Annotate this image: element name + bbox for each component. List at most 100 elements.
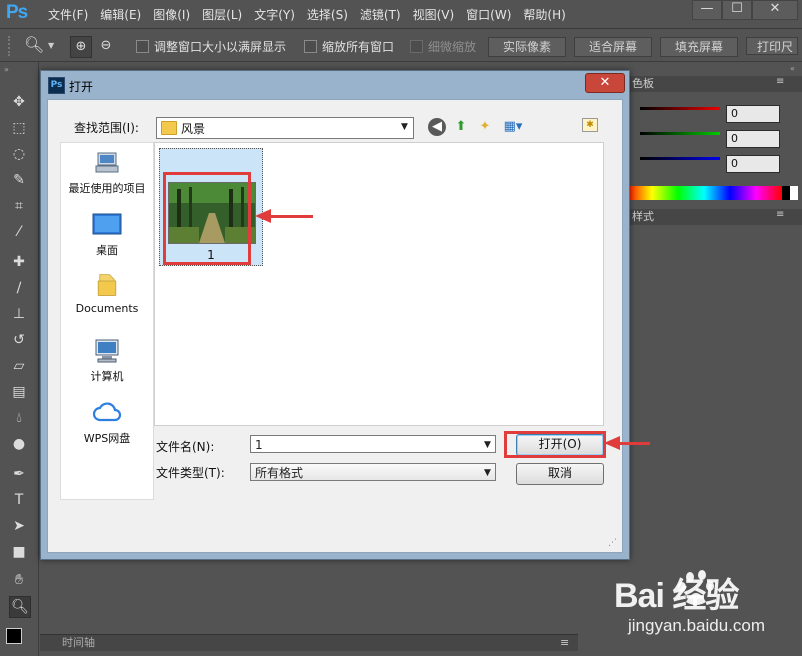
panel-menu-icon[interactable]: ≡ — [776, 76, 784, 87]
healing-brush-tool-icon[interactable]: ✚ — [9, 252, 29, 272]
fit-window-label: 调整窗口大小以满屏显示 — [154, 40, 287, 54]
zoom-all-checkbox[interactable] — [304, 40, 317, 53]
type-tool-icon[interactable]: T — [9, 490, 29, 510]
menu-type[interactable]: 文字(Y) — [254, 6, 295, 23]
dialog-body: 查找范围(I): 风景 ▼ ◀ ⬆ ✦ ▦▾ ✱ 最近使用的项目 桌面 Docu… — [47, 99, 650, 553]
options-bar: 🔍︎ ▼ ⊕ ⊖ 调整窗口大小以满屏显示 缩放所有窗口 细微缩放 实际像素 适合… — [0, 33, 802, 62]
place-wps-cloud[interactable]: WPS网盘 — [61, 401, 153, 446]
blur-tool-icon[interactable]: 💧︎ — [9, 408, 29, 428]
white-swatch[interactable] — [790, 186, 798, 200]
file-name-input[interactable]: 1 — [250, 435, 496, 453]
eyedropper-tool-icon[interactable]: ⁄ — [9, 222, 29, 242]
crop-tool-icon[interactable]: ⌗ — [9, 196, 29, 216]
panel-menu-icon[interactable]: ≡ — [776, 209, 784, 220]
scrubby-zoom-label: 细微缩放 — [428, 40, 477, 54]
history-brush-tool-icon[interactable]: ↺ — [9, 330, 29, 350]
marquee-tool-icon[interactable]: ⬚ — [9, 118, 29, 138]
chevron-down-icon[interactable]: ▼ — [48, 41, 54, 50]
collapse-panel-icon[interactable]: » — [4, 65, 9, 74]
menu-bar: Ps 文件(F) 编辑(E) 图像(I) 图层(L) 文字(Y) 选择(S) 滤… — [0, 0, 802, 29]
clone-stamp-tool-icon[interactable]: ⊥ — [9, 304, 29, 324]
collapse-panel-icon[interactable]: « — [790, 64, 795, 73]
place-computer[interactable]: 计算机 — [61, 339, 153, 384]
zoom-tool-active-icon[interactable]: 🔍︎ — [9, 596, 31, 618]
chevron-down-icon[interactable]: ▼ — [484, 440, 491, 450]
shape-tool-icon[interactable]: ■ — [9, 542, 29, 562]
right-panels: « 色板 0 0 0 样式 ≡ ≡ — [626, 62, 802, 656]
menu-filter[interactable]: 滤镜(T) — [360, 6, 401, 23]
green-value[interactable]: 0 — [726, 130, 780, 148]
back-icon[interactable]: ◀ — [428, 118, 446, 136]
app-close-button[interactable]: ✕ — [752, 0, 798, 20]
panel-menu-icon[interactable]: ≡ — [560, 635, 569, 651]
desktop-icon — [92, 213, 122, 235]
red-value[interactable]: 0 — [726, 105, 780, 123]
move-tool-icon[interactable]: ✥ — [9, 92, 29, 112]
menu-items: 文件(F) 编辑(E) 图像(I) 图层(L) 文字(Y) 选择(S) 滤镜(T… — [48, 6, 566, 23]
scrubby-zoom-checkbox[interactable] — [410, 40, 423, 53]
highlight-box — [504, 431, 606, 458]
path-select-tool-icon[interactable]: ➤ — [9, 516, 29, 536]
blue-value[interactable]: 0 — [726, 155, 780, 173]
photoshop-app-icon: Ps — [48, 77, 65, 94]
baidu-jingyan-watermark: Bai 经验 jingyan.baidu.com — [614, 568, 800, 654]
file-type-dropdown[interactable]: 所有格式 — [250, 463, 496, 481]
open-dialog: Ps 打开 ✕ 查找范围(I): 风景 ▼ ◀ ⬆ ✦ ▦▾ ✱ 最近使用的项目 — [40, 70, 650, 560]
menu-layer[interactable]: 图层(L) — [202, 6, 242, 23]
new-folder-icon[interactable]: ✦ — [476, 118, 494, 136]
chevron-down-icon[interactable]: ▼ — [484, 468, 491, 478]
fit-screen-button[interactable]: 适合屏幕 — [574, 37, 652, 57]
cancel-button[interactable]: 取消 — [516, 463, 604, 485]
menu-select[interactable]: 选择(S) — [307, 6, 348, 23]
resize-grip-icon[interactable]: ⋰ — [608, 538, 618, 548]
dialog-title: 打开 — [69, 80, 94, 94]
file-type-label: 文件类型(T): — [156, 466, 225, 480]
menu-view[interactable]: 视图(V) — [413, 6, 455, 23]
dialog-close-button[interactable]: ✕ — [585, 73, 625, 93]
hand-tool-icon[interactable]: ✋︎ — [9, 570, 29, 590]
menu-window[interactable]: 窗口(W) — [466, 6, 511, 23]
menu-file[interactable]: 文件(F) — [48, 6, 88, 23]
dodge-tool-icon[interactable]: ● — [9, 434, 29, 454]
highlight-box — [163, 172, 251, 265]
black-swatch[interactable] — [782, 186, 790, 200]
look-in-label: 查找范围(I): — [74, 121, 139, 135]
view-menu-icon[interactable]: ▦▾ — [500, 118, 526, 136]
chevron-down-icon[interactable]: ▼ — [401, 122, 408, 132]
maximize-button[interactable]: ☐ — [722, 0, 752, 20]
green-slider[interactable] — [640, 132, 720, 135]
actual-pixels-button[interactable]: 实际像素 — [488, 37, 566, 57]
fit-window-checkbox[interactable] — [136, 40, 149, 53]
minimize-button[interactable]: — — [692, 0, 722, 20]
gradient-tool-icon[interactable]: ▤ — [9, 382, 29, 402]
photoshop-logo: Ps — [6, 2, 28, 23]
eraser-tool-icon[interactable]: ▱ — [9, 356, 29, 376]
quick-select-tool-icon[interactable]: ✎ — [9, 170, 29, 190]
place-documents[interactable]: Documents — [61, 273, 153, 315]
fill-screen-button[interactable]: 填充屏幕 — [660, 37, 738, 57]
red-slider[interactable] — [640, 107, 720, 110]
look-in-dropdown[interactable]: 风景 ▼ — [156, 117, 414, 139]
zoom-tool-icon: 🔍︎ — [24, 35, 45, 54]
zoom-out-icon[interactable]: ⊖ — [96, 36, 116, 56]
zoom-in-icon[interactable]: ⊕ — [70, 36, 92, 58]
up-folder-icon[interactable]: ⬆ — [452, 118, 470, 136]
preview-icon[interactable]: ✱ — [582, 118, 598, 132]
computer-icon — [95, 339, 119, 363]
zoom-all-label: 缩放所有窗口 — [322, 40, 395, 54]
place-desktop[interactable]: 桌面 — [61, 213, 153, 258]
foreground-color-swatch[interactable] — [6, 628, 22, 644]
brush-tool-icon[interactable]: ∕ — [9, 278, 29, 298]
pen-tool-icon[interactable]: ✒ — [9, 464, 29, 484]
print-size-button[interactable]: 打印尺 — [746, 37, 798, 55]
menu-help[interactable]: 帮助(H) — [523, 6, 565, 23]
timeline-label[interactable]: 时间轴 — [62, 635, 95, 651]
arrow-line — [269, 215, 313, 218]
place-recent-items[interactable]: 最近使用的项目 — [61, 151, 153, 196]
blue-slider[interactable] — [640, 157, 720, 160]
menu-edit[interactable]: 编辑(E) — [100, 6, 141, 23]
lasso-tool-icon[interactable]: ◌ — [9, 144, 29, 164]
color-spectrum-bar[interactable] — [626, 186, 782, 200]
menu-image[interactable]: 图像(I) — [153, 6, 190, 23]
cloud-icon — [92, 402, 122, 422]
